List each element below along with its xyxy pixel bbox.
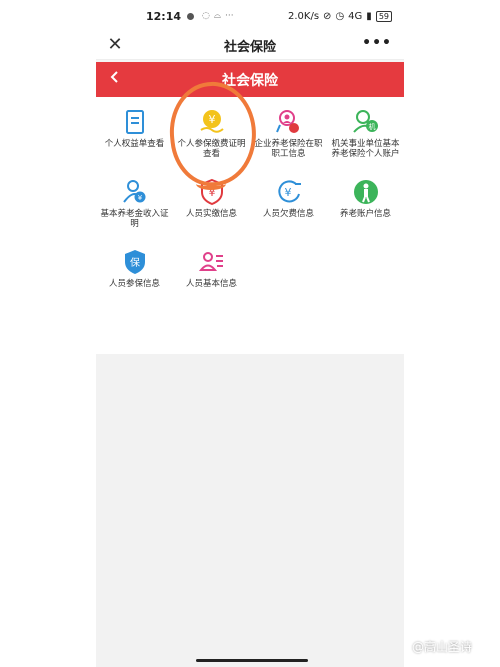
service-grid: 个人权益单查看 ¥ 个人参保缴费证明查看 企业养老保险在职职工信息 机 机关事业… xyxy=(96,97,404,313)
network-speed: 2.0K/s xyxy=(288,10,320,22)
empty-content-area xyxy=(96,354,404,667)
svg-text:机: 机 xyxy=(368,122,375,131)
phone-screen: 12:14 ◌ ⌓ ··· 2.0K/s ⊘ ◷ 4G ▮ 59 ✕ 社会保险 … xyxy=(96,0,404,667)
close-icon[interactable]: ✕ xyxy=(104,34,126,56)
network-type: 4G xyxy=(348,10,363,22)
person-search-icon xyxy=(274,107,304,137)
tile-actual-payment-info[interactable]: ¥ 人员实缴信息 xyxy=(173,173,250,243)
yuan-hand-icon: ¥ xyxy=(197,107,227,137)
svg-text:保: 保 xyxy=(130,256,140,269)
yuan-arrears-icon: ¥ xyxy=(274,177,304,207)
svg-text:¥: ¥ xyxy=(284,186,291,199)
tile-payment-proof[interactable]: ¥ 个人参保缴费证明查看 xyxy=(173,103,250,173)
tile-label: 人员参保信息 xyxy=(108,279,160,289)
tile-label: 个人权益单查看 xyxy=(104,139,165,149)
elderly-icon xyxy=(351,177,381,207)
status-time: 12:14 xyxy=(146,9,182,23)
tile-label: 养老账户信息 xyxy=(339,209,391,219)
tile-pension-income-proof[interactable]: ¥ 基本养老金收入证明 xyxy=(96,173,173,243)
pension-proof-icon: ¥ xyxy=(120,177,150,207)
tile-rights-statement[interactable]: 个人权益单查看 xyxy=(96,103,173,173)
tile-label: 人员欠费信息 xyxy=(262,209,314,219)
svg-text:¥: ¥ xyxy=(137,194,142,202)
notification-icons: ◌ ⌓ ··· xyxy=(187,11,234,21)
status-bar: 12:14 ◌ ⌓ ··· 2.0K/s ⊘ ◷ 4G ▮ 59 xyxy=(96,0,404,32)
chevron-left-icon xyxy=(110,71,118,83)
tile-label: 企业养老保险在职职工信息 xyxy=(254,139,323,159)
tile-pension-account-info[interactable]: 养老账户信息 xyxy=(327,173,404,243)
watermark: @高山圣诗 xyxy=(411,640,472,654)
document-icon xyxy=(120,107,150,137)
wechat-title: 社会保险 xyxy=(223,40,276,55)
person-badge-icon: 机 xyxy=(351,107,381,137)
battery-level: 59 xyxy=(375,10,392,22)
tile-label: 机关事业单位基本养老保险个人账户 xyxy=(331,139,400,159)
more-dots-icon: ··· xyxy=(225,11,234,21)
tile-arrears-info[interactable]: ¥ 人员欠费信息 xyxy=(250,173,327,243)
wechat-title-bar: ✕ 社会保险 ••• xyxy=(96,32,404,60)
cloud-icon: ⌓ xyxy=(213,11,221,21)
status-right: 2.0K/s ⊘ ◷ 4G ▮ 59 xyxy=(288,10,392,22)
profile-card-icon xyxy=(197,247,227,277)
tile-label: 基本养老金收入证明 xyxy=(100,209,169,229)
tile-insured-info[interactable]: 保 人员参保信息 xyxy=(96,243,173,313)
insurance-badge-icon: 保 xyxy=(120,247,150,277)
service-panel: 个人权益单查看 ¥ 个人参保缴费证明查看 企业养老保险在职职工信息 机 机关事业… xyxy=(96,97,404,354)
wifi-off-icon: ⊘ xyxy=(323,10,332,22)
tile-label: 人员实缴信息 xyxy=(185,209,237,219)
page-title: 社会保险 xyxy=(222,72,278,89)
signal-icon: ▮ xyxy=(366,10,372,22)
tile-label: 个人参保缴费证明查看 xyxy=(177,139,246,159)
app-header: 社会保险 xyxy=(96,62,404,97)
notification-dot-icon xyxy=(187,12,195,20)
more-button[interactable]: ••• xyxy=(362,35,392,51)
tile-label: 人员基本信息 xyxy=(185,279,237,289)
back-button[interactable] xyxy=(104,68,126,90)
message-icon: ◌ xyxy=(202,11,210,21)
tile-basic-info[interactable]: 人员基本信息 xyxy=(173,243,250,313)
tile-institution-pension-account[interactable]: 机 机关事业单位基本养老保险个人账户 xyxy=(327,103,404,173)
shield-yuan-icon: ¥ xyxy=(197,177,227,207)
tile-enterprise-pension[interactable]: 企业养老保险在职职工信息 xyxy=(250,103,327,173)
svg-text:¥: ¥ xyxy=(208,186,215,199)
svg-text:¥: ¥ xyxy=(208,113,215,126)
home-indicator xyxy=(196,659,308,662)
alarm-icon: ◷ xyxy=(335,10,345,22)
